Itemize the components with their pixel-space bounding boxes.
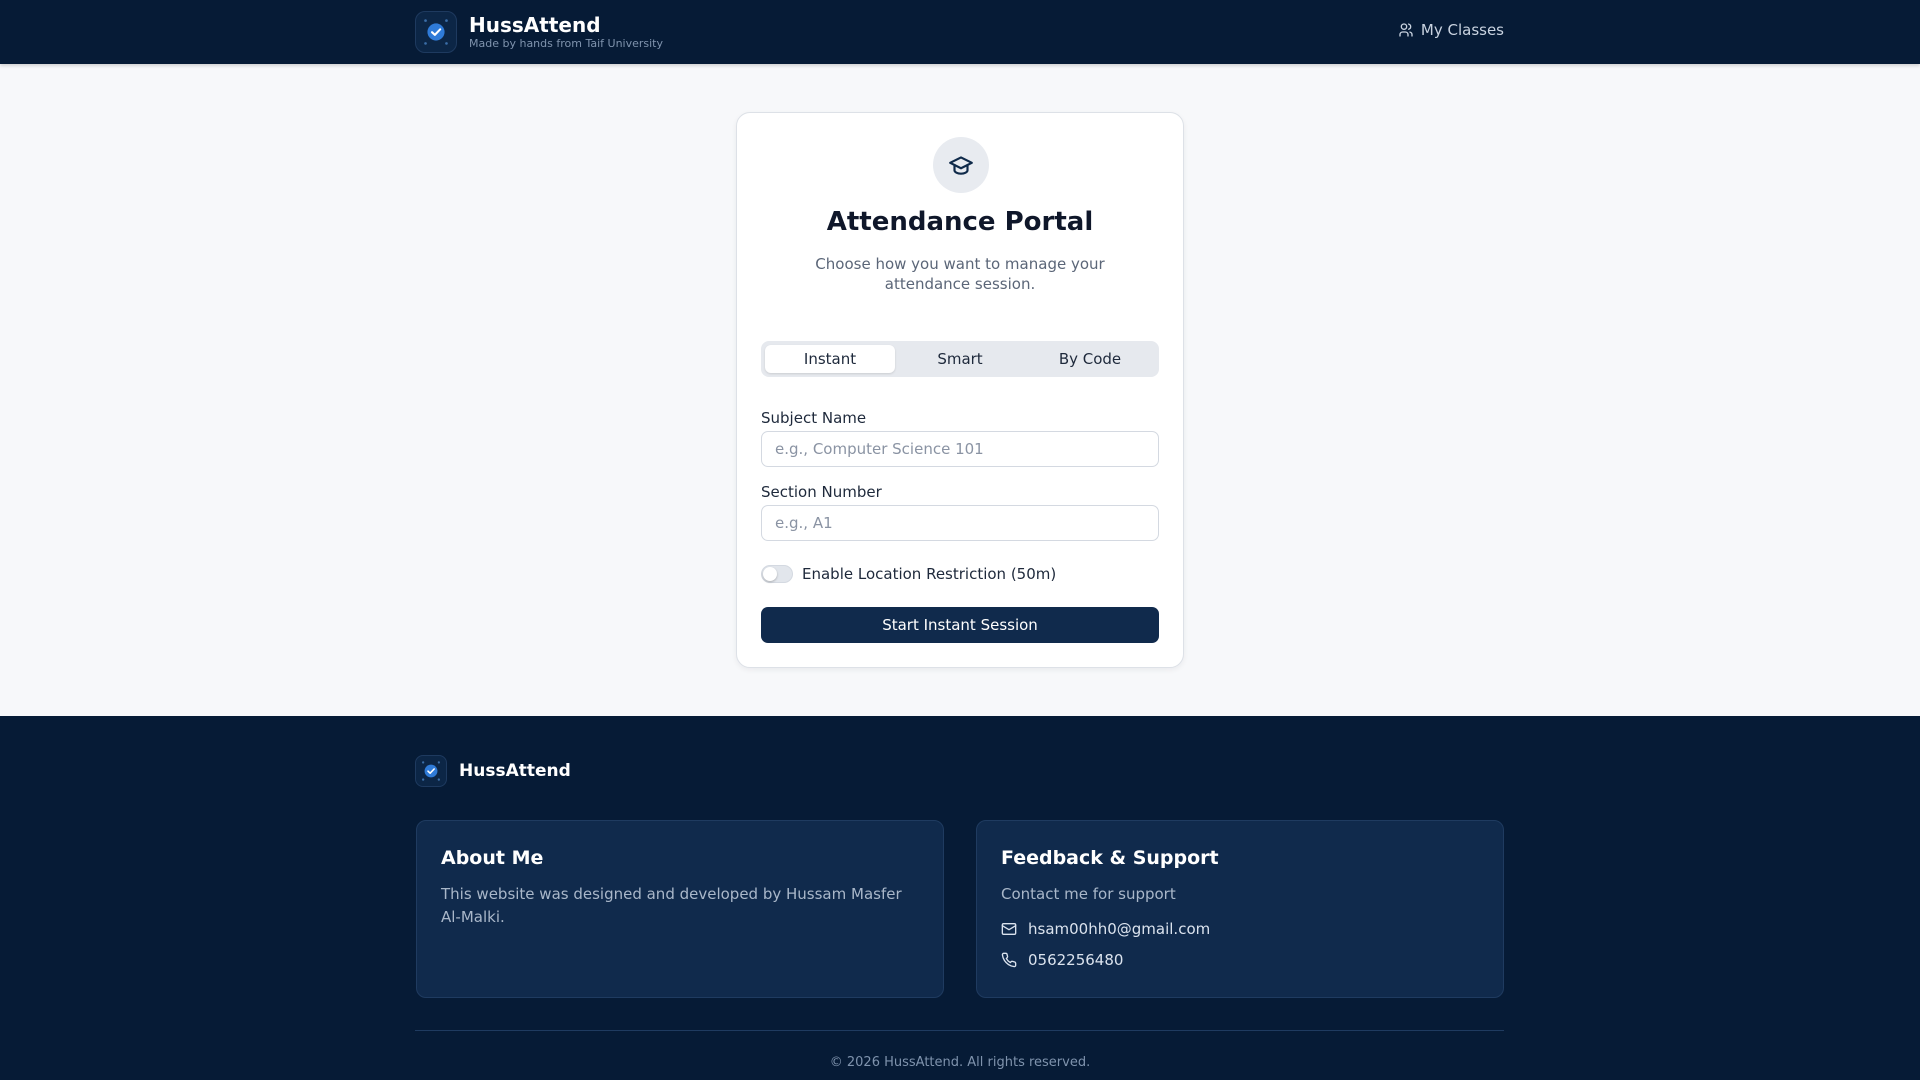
mail-icon [1001, 923, 1017, 935]
section-number-input[interactable] [761, 505, 1159, 541]
footer-brand: HussAttend [415, 755, 571, 787]
page-description: Choose how you want to manage your atten… [815, 255, 1105, 293]
phone-icon [1001, 952, 1017, 968]
phone-text: 0562256480 [1028, 951, 1124, 969]
email-contact[interactable]: hsam00hh0@gmail.com [1001, 920, 1479, 938]
footer: HussAttend About Me This website was des… [0, 716, 1920, 1080]
about-me-card: About Me This website was designed and d… [416, 820, 944, 998]
brand-tagline: Made by hands from Taif University [469, 37, 664, 50]
start-instant-session-button[interactable]: Start Instant Session [761, 607, 1159, 643]
email-text: hsam00hh0@gmail.com [1028, 920, 1211, 938]
footer-brand-name: HussAttend [459, 761, 571, 781]
tab-instant[interactable]: Instant [765, 345, 895, 373]
graduation-cap-icon [933, 137, 989, 193]
my-classes-label: My Classes [1420, 21, 1504, 39]
attendance-portal-card: Attendance Portal Choose how you want to… [736, 112, 1184, 668]
subject-name-label: Subject Name [761, 409, 867, 427]
top-navbar: HussAttend Made by hands from Taif Unive… [0, 0, 1920, 64]
copyright-text: © 2026 HussAttend. All rights reserved. [829, 1055, 1091, 1070]
page-title: Attendance Portal [826, 207, 1094, 237]
location-restriction-toggle[interactable] [761, 565, 793, 583]
about-me-text: This website was designed and developed … [441, 885, 902, 926]
my-classes-link[interactable]: My Classes [1398, 21, 1504, 39]
footer-divider [415, 1030, 1504, 1031]
feedback-support-title: Feedback & Support [1001, 847, 1219, 869]
tab-smart[interactable]: Smart [895, 345, 1025, 373]
brand[interactable]: HussAttend Made by hands from Taif Unive… [415, 11, 663, 53]
tab-by-code[interactable]: By Code [1025, 345, 1155, 373]
session-mode-tabs: Instant Smart By Code [761, 341, 1159, 377]
location-restriction-row: Enable Location Restriction (50m) [761, 565, 1056, 583]
about-me-title: About Me [441, 847, 544, 869]
check-badge-icon [415, 755, 447, 787]
users-icon [1399, 23, 1413, 37]
feedback-support-card: Feedback & Support Contact me for suppor… [976, 820, 1504, 998]
check-badge-icon [415, 11, 457, 53]
phone-contact[interactable]: 0562256480 [1001, 951, 1479, 969]
support-subtitle: Contact me for support [1001, 885, 1176, 903]
section-number-label: Section Number [761, 483, 882, 501]
location-restriction-label: Enable Location Restriction (50m) [802, 565, 1057, 583]
toggle-knob [763, 567, 777, 581]
brand-name: HussAttend [469, 13, 601, 37]
subject-name-input[interactable] [761, 431, 1159, 467]
